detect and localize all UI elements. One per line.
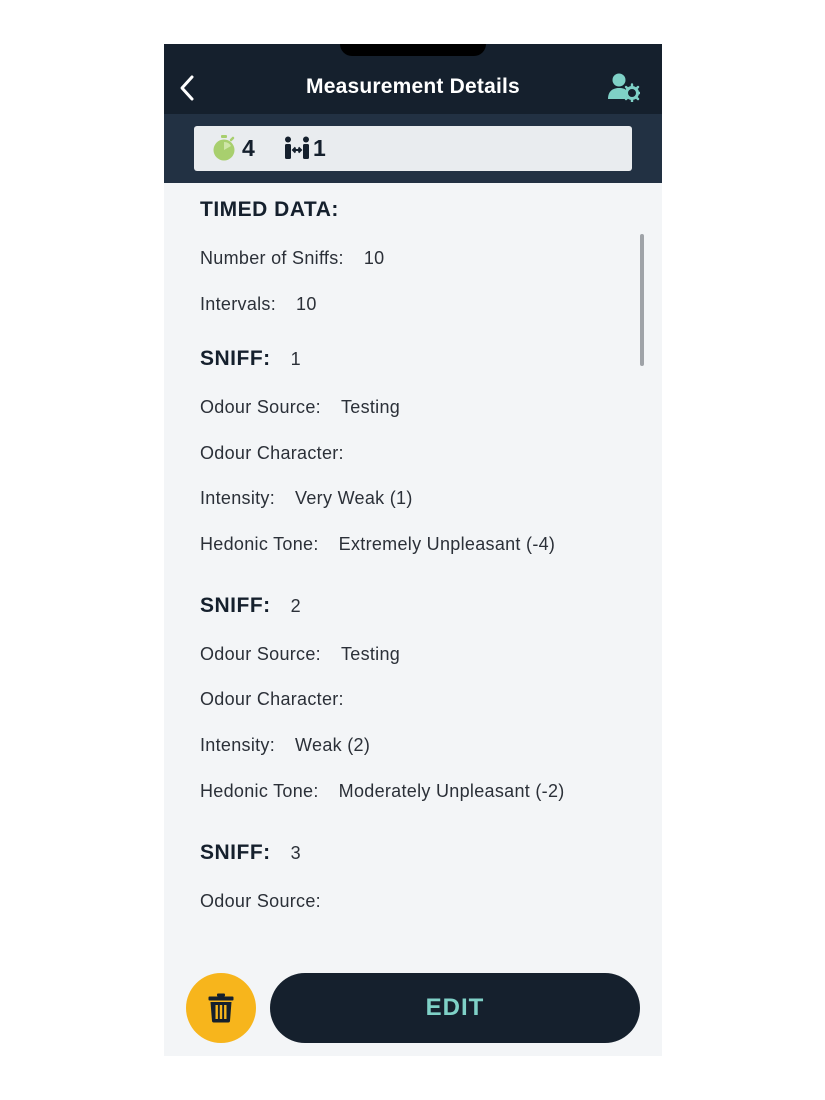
sniffs-count-value: 10 — [363, 248, 385, 268]
trash-icon — [208, 993, 234, 1023]
scrollbar[interactable] — [640, 234, 644, 366]
sniff-number: 1 — [290, 349, 301, 369]
intervals-value: 10 — [296, 294, 317, 314]
sniff-number: 2 — [290, 596, 301, 616]
odour-source-label: Odour Source: — [200, 644, 321, 664]
people-stat: 1 — [284, 134, 326, 162]
summary-strip: 4 1 — [164, 114, 662, 183]
odour-source-value: Testing — [340, 397, 401, 417]
details-scroll-area[interactable]: TIMED DATA: Number of Sniffs: 10 Interval… — [164, 183, 662, 1056]
sniff-heading: SNIFF: 2 — [200, 594, 301, 618]
timed-data-title: TIMED DATA: — [200, 198, 339, 221]
sniff-label: SNIFF: — [200, 594, 271, 617]
odour-source-label: Odour Source: — [200, 397, 321, 417]
odour-character-label: Odour Character: — [200, 689, 344, 709]
user-settings-button[interactable] — [608, 72, 642, 103]
intensity-label: Intensity: — [200, 735, 276, 755]
device-notch — [340, 44, 486, 56]
sniffs-count-label: Number of Sniffs: — [200, 248, 344, 268]
hedonic-tone-row: Hedonic Tone: Moderately Unpleasant (-2) — [200, 781, 565, 802]
hedonic-tone-row: Hedonic Tone: Extremely Unpleasant (-4) — [200, 534, 555, 555]
intensity-value: Weak (2) — [295, 735, 371, 755]
odour-source-label: Odour Source: — [200, 891, 321, 911]
odour-source-value: Testing — [340, 644, 401, 664]
intensity-value: Very Weak (1) — [295, 488, 413, 508]
user-gear-icon — [608, 73, 642, 103]
edit-button[interactable]: EDIT — [270, 973, 640, 1043]
intensity-row: Intensity: Weak (2) — [200, 735, 370, 756]
timer-stat: 4 — [212, 134, 255, 162]
odour-source-row: Odour Source: — [200, 891, 341, 912]
intensity-label: Intensity: — [200, 488, 276, 508]
odour-source-row: Odour Source: Testing — [200, 644, 400, 665]
sniff-heading: SNIFF: 3 — [200, 841, 301, 865]
phone-screen: Measurement Details 4 1 TIMED DATA: Numb… — [164, 44, 662, 1056]
summary-box: 4 1 — [194, 126, 632, 171]
intervals-row: Intervals: 10 — [200, 294, 317, 315]
stopwatch-icon — [213, 135, 235, 161]
odour-character-row: Odour Character: — [200, 689, 364, 710]
sniff-label: SNIFF: — [200, 347, 271, 370]
odour-source-row: Odour Source: Testing — [200, 397, 400, 418]
sniffs-count-row: Number of Sniffs: 10 — [200, 248, 384, 269]
hedonic-tone-label: Hedonic Tone: — [200, 534, 319, 554]
sniff-heading: SNIFF: 1 — [200, 347, 301, 371]
sniff-label: SNIFF: — [200, 841, 271, 864]
odour-character-label: Odour Character: — [200, 443, 344, 463]
timer-count: 4 — [242, 134, 255, 161]
odour-character-row: Odour Character: — [200, 443, 364, 464]
hedonic-tone-label: Hedonic Tone: — [200, 781, 319, 801]
page-title: Measurement Details — [306, 75, 520, 98]
delete-button[interactable] — [186, 973, 256, 1043]
people-distance-icon — [285, 136, 309, 159]
intensity-row: Intensity: Very Weak (1) — [200, 488, 413, 509]
hedonic-tone-value: Moderately Unpleasant (-2) — [338, 781, 565, 801]
intervals-label: Intervals: — [200, 294, 277, 314]
people-count: 1 — [313, 134, 326, 161]
hedonic-tone-value: Extremely Unpleasant (-4) — [338, 534, 556, 554]
sniff-number: 3 — [290, 843, 301, 863]
